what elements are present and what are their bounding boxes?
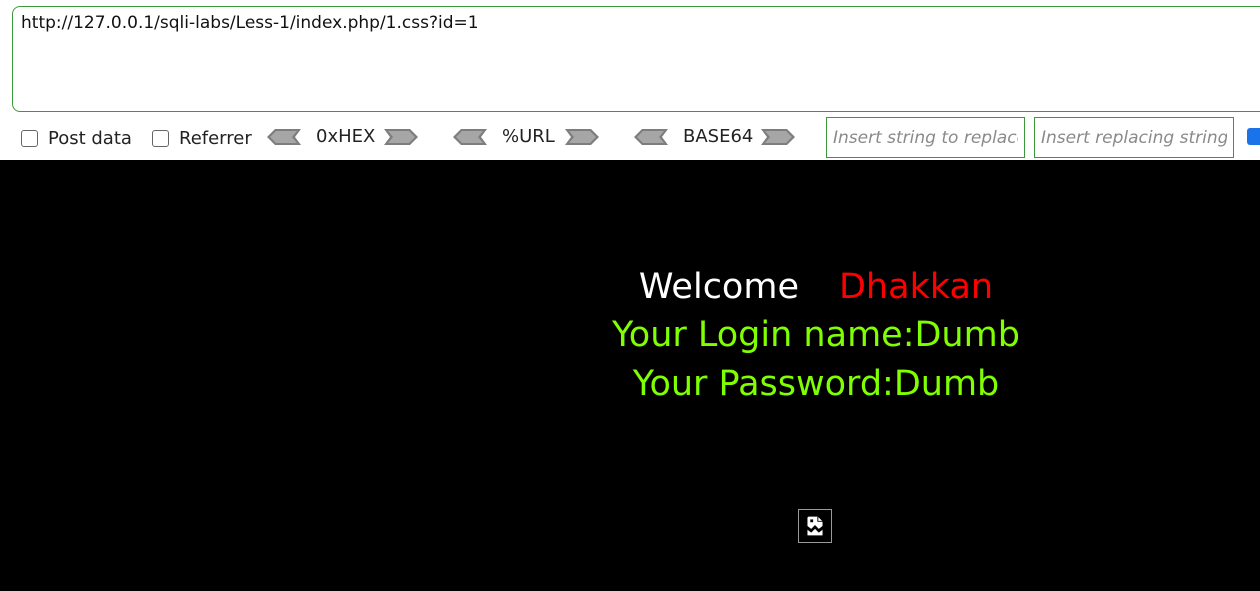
referrer-option[interactable]: Referrer	[152, 127, 252, 149]
url-encode-arrow-icon[interactable]	[565, 128, 599, 146]
hex-decode-arrow-icon[interactable]	[267, 128, 301, 146]
url-decode-arrow-icon[interactable]	[453, 128, 487, 146]
page-content: Welcome Dhakkan Your Login name:Dumb Your…	[0, 160, 1260, 591]
base64-encode-arrow-icon[interactable]	[761, 128, 795, 146]
base64-decode-arrow-icon[interactable]	[634, 128, 668, 146]
post-data-label: Post data	[48, 127, 132, 149]
url-input[interactable]: http://127.0.0.1/sqli-labs/Less-1/index.…	[12, 6, 1260, 112]
replace-string-input[interactable]	[1034, 117, 1234, 158]
welcome-text: Welcome	[638, 267, 799, 307]
post-data-option[interactable]: Post data	[21, 127, 132, 149]
base64-label: BASE64	[683, 126, 754, 147]
referrer-label: Referrer	[179, 127, 252, 149]
welcome-line: Welcome Dhakkan	[0, 267, 1260, 307]
broken-image-icon	[798, 509, 832, 543]
referrer-checkbox[interactable]	[152, 129, 169, 147]
url-label: %URL	[502, 126, 555, 147]
find-string-input[interactable]	[826, 117, 1025, 158]
password-text: Your Password:Dumb	[632, 364, 1000, 404]
hex-encode-arrow-icon[interactable]	[384, 128, 418, 146]
post-data-checkbox[interactable]	[21, 129, 38, 147]
hackbar-toolbar: http://127.0.0.1/sqli-labs/Less-1/index.…	[0, 0, 1260, 160]
login-name-text: Your Login name:Dumb	[612, 315, 1020, 355]
hex-label: 0xHEX	[316, 126, 376, 147]
username-text: Dhakkan	[838, 267, 994, 307]
replace-all-checkbox[interactable]	[1247, 128, 1260, 145]
